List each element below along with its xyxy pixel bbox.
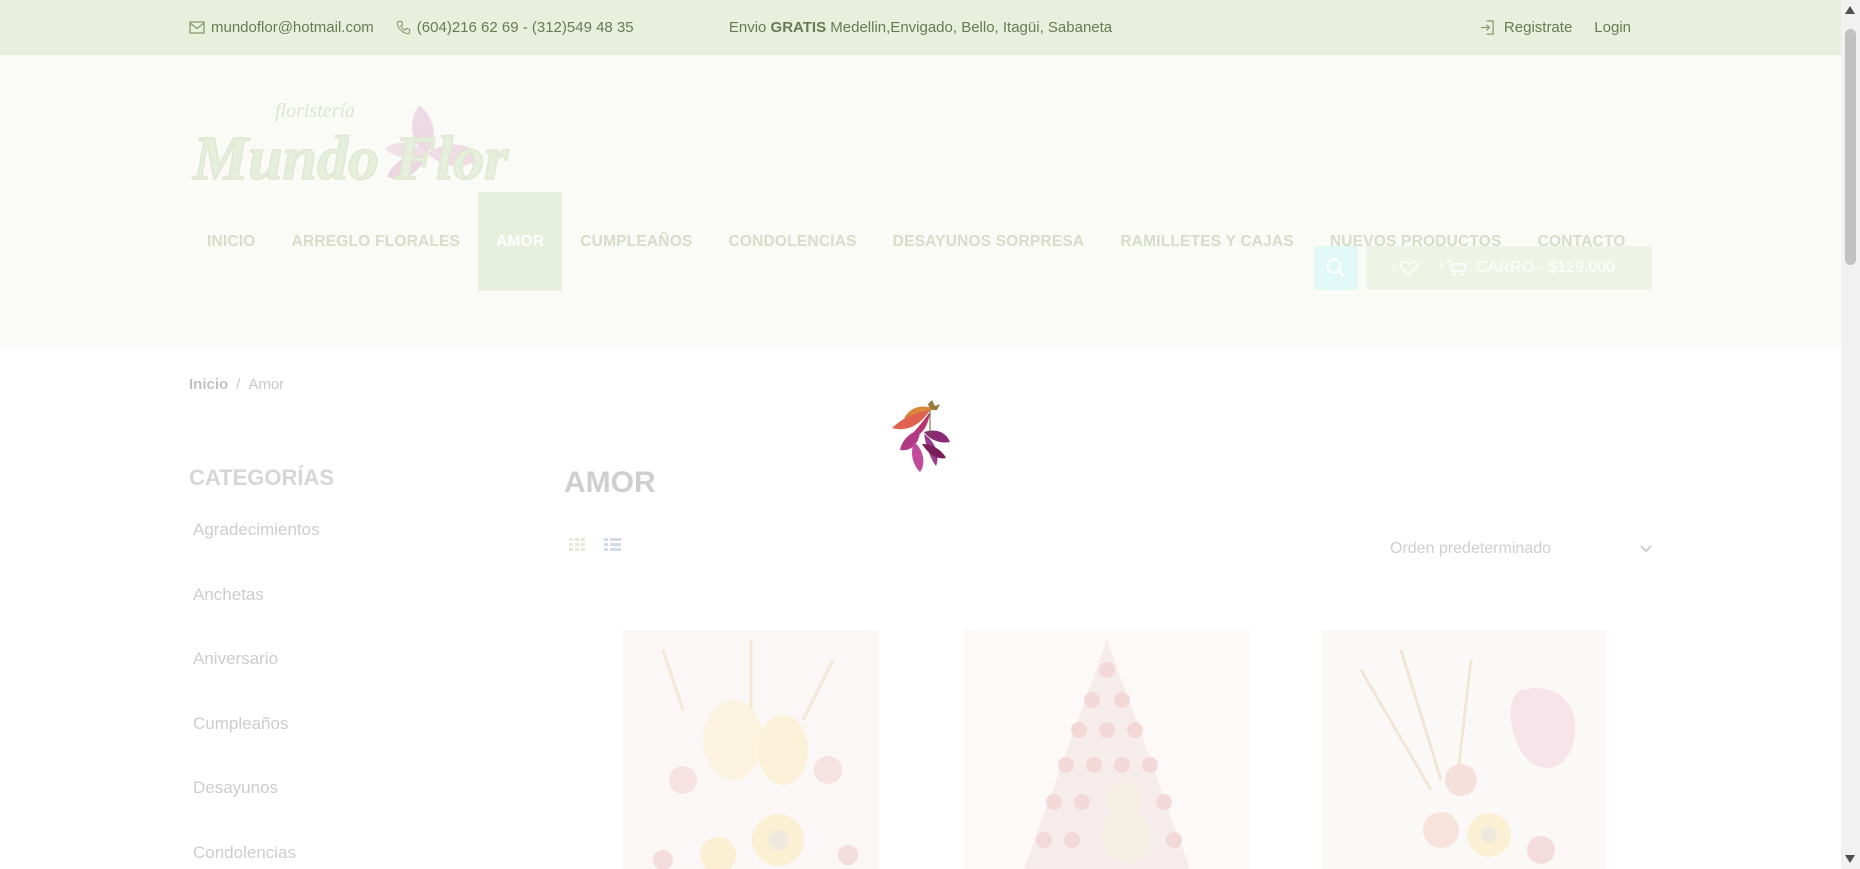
vertical-scrollbar[interactable]: [1841, 0, 1860, 869]
nav-amor[interactable]: AMOR: [478, 192, 563, 291]
top-bar: mundoflor@hotmail.com (604)216 62 69 - (…: [0, 0, 1841, 55]
email-text: mundoflor@hotmail.com: [211, 19, 374, 36]
product-image: [1321, 630, 1607, 869]
sort-selected-value: Orden predeterminado: [1390, 540, 1551, 557]
phone-text: (604)216 62 69 - (312)549 48 35: [416, 19, 634, 36]
nav-condolencias[interactable]: CONDOLENCIAS: [711, 192, 875, 291]
svg-text:floristería: floristería: [275, 100, 355, 122]
svg-text:Mundo Flor: Mundo Flor: [192, 125, 509, 193]
site-logo[interactable]: floristería Mundo Flor: [189, 87, 579, 202]
page-title: AMOR: [564, 466, 656, 499]
product-card[interactable]: [1321, 630, 1607, 869]
cart-label: CARRO - $129.000: [1476, 259, 1615, 276]
categories-title: CATEGORÍAS: [189, 465, 335, 490]
breadcrumb: Inicio / Amor: [189, 376, 284, 393]
list-view-button[interactable]: [604, 538, 621, 557]
breadcrumb-separator: /: [236, 376, 241, 393]
product-card[interactable]: [964, 630, 1250, 869]
scroll-down-arrow[interactable]: [1845, 855, 1855, 863]
category-agradecimientos[interactable]: Agradecimientos: [193, 520, 320, 585]
view-toggle: [569, 538, 621, 557]
search-button[interactable]: [1314, 246, 1358, 290]
product-card[interactable]: [623, 630, 879, 869]
contact-info: mundoflor@hotmail.com (604)216 62 69 - (…: [189, 19, 634, 36]
mail-icon: [189, 21, 205, 34]
cart-icon: [1447, 260, 1468, 276]
product-image: [964, 630, 1250, 869]
register-link[interactable]: Registrate: [1479, 19, 1572, 36]
email-contact[interactable]: mundoflor@hotmail.com: [189, 19, 374, 36]
scroll-up-arrow[interactable]: [1845, 6, 1855, 14]
search-icon: [1326, 258, 1346, 278]
wishlist-count: 0: [1392, 262, 1399, 274]
product-image: [623, 630, 879, 869]
category-anchetas[interactable]: Anchetas: [193, 585, 320, 650]
categories-list: Agradecimientos Anchetas Aniversario Cum…: [193, 520, 320, 869]
loading-flower-icon: [892, 400, 950, 472]
nav-arreglo-florales[interactable]: ARREGLO FLORALES: [274, 192, 479, 291]
grid-view-button[interactable]: [569, 538, 586, 557]
nav-desayunos-sorpresa[interactable]: DESAYUNOS SORPRESA: [875, 192, 1103, 291]
heart-icon: [1400, 260, 1419, 276]
cart-count: 1: [1438, 259, 1445, 271]
category-aniversario[interactable]: Aniversario: [193, 649, 320, 714]
site-header: floristería Mundo Flor INICIO ARREGLO FL…: [0, 55, 1841, 347]
nav-ramilletes-y-cajas[interactable]: RAMILLETES Y CAJAS: [1102, 192, 1312, 291]
sort-select[interactable]: Orden predeterminado: [1390, 537, 1652, 561]
login-link[interactable]: Login: [1594, 19, 1631, 36]
grid-view-icon: [569, 538, 585, 551]
category-condolencias[interactable]: Condolencias: [193, 843, 320, 869]
category-cumpleanos[interactable]: Cumpleaños: [193, 714, 320, 779]
chevron-down-icon: [1640, 545, 1652, 553]
login-icon: [1480, 20, 1494, 35]
auth-links: Registrate Login: [1479, 19, 1631, 36]
wishlist-link[interactable]: 0: [1392, 260, 1419, 276]
cart-button[interactable]: 0 1 CARRO - $129.000: [1366, 246, 1652, 290]
category-desayunos[interactable]: Desayunos: [193, 778, 320, 843]
nav-inicio[interactable]: INICIO: [189, 192, 274, 291]
phone-icon: [396, 20, 410, 35]
breadcrumb-current: Amor: [248, 376, 285, 393]
scrollbar-thumb[interactable]: [1845, 29, 1856, 265]
list-view-icon: [604, 538, 621, 551]
phone-contact[interactable]: (604)216 62 69 - (312)549 48 35: [396, 19, 634, 36]
breadcrumb-home[interactable]: Inicio: [189, 376, 228, 393]
cart-summary[interactable]: 1 CARRO - $129.000: [1438, 259, 1615, 277]
nav-cumpleanos[interactable]: CUMPLEAÑOS: [562, 192, 710, 291]
